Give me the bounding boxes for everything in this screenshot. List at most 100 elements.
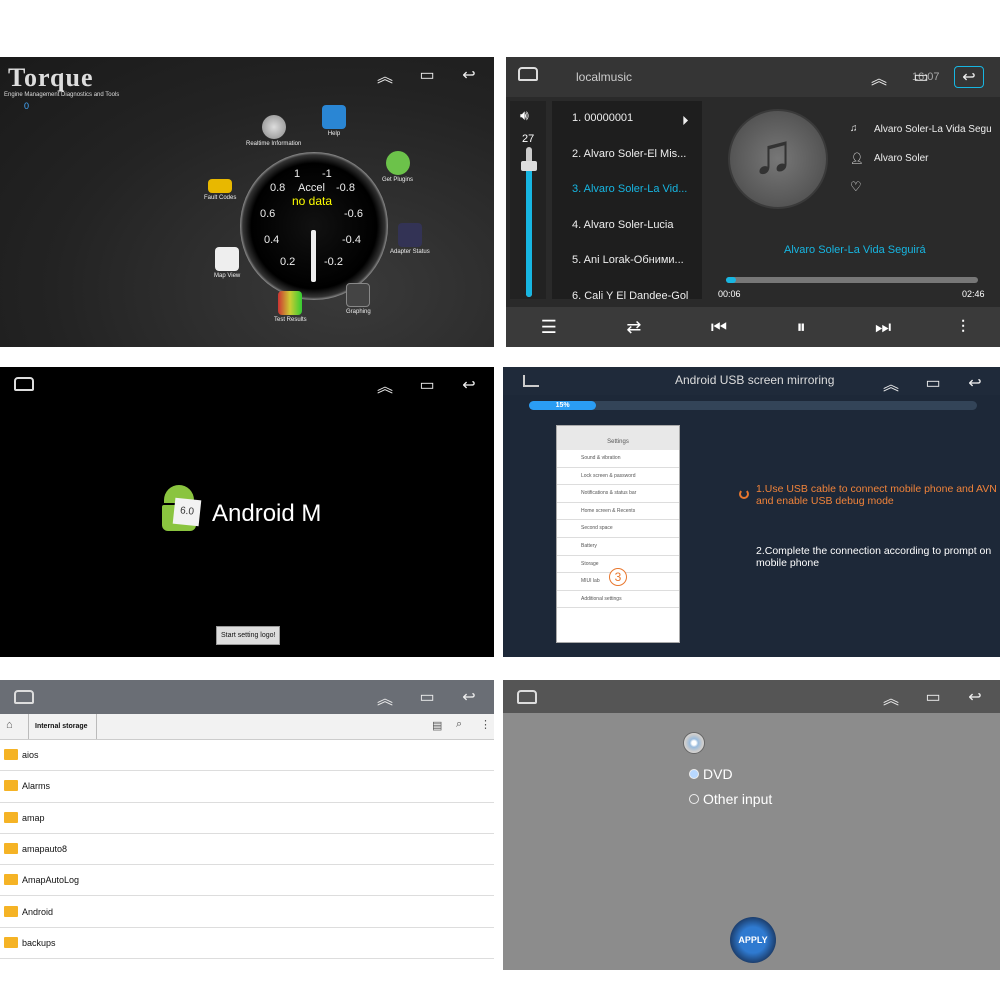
get-plugins-button[interactable]: Get Plugins bbox=[382, 151, 413, 183]
home-icon[interactable] bbox=[517, 690, 537, 704]
equalizer-icon[interactable]: ⫶ bbox=[961, 317, 966, 338]
radio-label: DVD bbox=[703, 766, 733, 782]
fault-codes-button[interactable]: Fault Codes bbox=[204, 179, 236, 201]
icon-label: Adapter Status bbox=[390, 249, 430, 255]
radio-other-input[interactable]: Other input bbox=[689, 791, 772, 807]
icon-label: Fault Codes bbox=[204, 195, 237, 201]
phone-row: Battery bbox=[557, 538, 679, 556]
track-item[interactable]: 2. Alvaro Soler-El Mis... bbox=[552, 137, 702, 173]
recent-apps-icon[interactable]: ▭ bbox=[924, 687, 942, 707]
chevron-up-icon[interactable]: ︽ bbox=[882, 685, 900, 709]
folder-row[interactable]: amap bbox=[0, 803, 494, 834]
chevron-up-icon[interactable]: ︽ bbox=[376, 373, 394, 397]
track-item[interactable]: 5. Ani Lorak-Обними... bbox=[552, 243, 702, 279]
start-setting-logo-button[interactable]: Start setting logo! bbox=[216, 626, 281, 645]
android-name: Android M bbox=[212, 500, 322, 527]
volume-slider[interactable] bbox=[521, 147, 537, 297]
folder-icon bbox=[4, 936, 18, 948]
mirroring-panel: Android USB screen mirroring ︽ ▭ ↩ 15% S… bbox=[503, 367, 1000, 657]
chevron-up-icon[interactable]: ︽ bbox=[870, 65, 888, 89]
graphing-button[interactable]: Graphing bbox=[346, 283, 371, 315]
track-item[interactable]: 1. 00000001 bbox=[552, 101, 702, 137]
connection-progress: 15% bbox=[529, 401, 977, 410]
back-icon[interactable]: ↩ bbox=[460, 375, 478, 395]
phone-row: Sound & vibration bbox=[557, 450, 679, 468]
previous-icon[interactable]: ⏮ bbox=[711, 317, 727, 338]
song-title: Alvaro Soler-La Vida Segu bbox=[874, 124, 992, 135]
folder-name: aios bbox=[22, 750, 39, 760]
home-folder-icon[interactable]: ⌂ bbox=[6, 719, 13, 731]
back-icon[interactable]: ↩ bbox=[966, 373, 984, 393]
gauge-icon bbox=[261, 115, 286, 139]
repeat-icon[interactable]: ⇄ bbox=[626, 317, 641, 338]
new-folder-icon[interactable]: ▤ bbox=[432, 719, 442, 732]
search-icon[interactable]: ⌕ bbox=[456, 718, 462, 731]
mirroring-top-bar: Android USB screen mirroring ︽ ▭ ↩ bbox=[503, 367, 1000, 395]
gauge-tick: 0.2 bbox=[280, 256, 296, 268]
test-results-button[interactable]: Test Results bbox=[274, 291, 307, 323]
folder-icon bbox=[4, 905, 18, 917]
home-icon[interactable] bbox=[14, 377, 34, 391]
realtime-info-button[interactable]: Realtime Information bbox=[246, 115, 301, 147]
icon-label: Help bbox=[327, 131, 341, 137]
icon-label: Test Results bbox=[274, 317, 307, 323]
phone-preview: Settings Sound & vibration Lock screen &… bbox=[556, 425, 680, 643]
map-view-button[interactable]: Map View bbox=[214, 247, 240, 279]
folder-row[interactable]: backups bbox=[0, 928, 494, 960]
accel-gauge[interactable]: 1 -1 0.8 -0.8 0.6 -0.6 0.4 -0.4 0.2 -0.2… bbox=[240, 152, 388, 300]
phone-row: Second space bbox=[557, 520, 679, 538]
heart-icon[interactable]: ♡ bbox=[850, 179, 862, 195]
track-item[interactable]: 4. Alvaro Soler-Lucia bbox=[552, 208, 702, 244]
back-icon[interactable]: ↩ bbox=[460, 687, 478, 707]
chevron-up-icon[interactable]: ︽ bbox=[376, 685, 394, 709]
gauge-tick: -0.6 bbox=[344, 208, 363, 220]
chevron-up-icon[interactable]: ︽ bbox=[882, 371, 900, 395]
track-item-active[interactable]: 3. Alvaro Soler-La Vid... bbox=[552, 172, 702, 208]
icon-label: Map View bbox=[214, 273, 241, 279]
android-panel: ︽ ▭ ↩ 6.0 Android M Start setting logo! bbox=[0, 367, 494, 657]
volume-thumb[interactable] bbox=[521, 161, 537, 171]
play-circle-icon[interactable]: ⏵ bbox=[682, 113, 689, 129]
folder-row[interactable]: AmapAutoLog bbox=[0, 865, 494, 897]
playlist-icon[interactable]: ☰ bbox=[541, 317, 557, 338]
folder-name: Alarms bbox=[22, 781, 51, 792]
folder-row[interactable]: Android bbox=[0, 897, 494, 928]
back-icon[interactable]: ↩ bbox=[460, 65, 478, 85]
radio-dvd[interactable]: DVD bbox=[689, 766, 733, 782]
folder-row[interactable]: Alarms bbox=[0, 771, 494, 803]
volume-value: 27 bbox=[522, 133, 535, 145]
icon-label: Graphing bbox=[346, 309, 371, 315]
gauge-tick: -0.8 bbox=[336, 182, 355, 194]
back-icon[interactable]: ↩ bbox=[966, 687, 984, 707]
progress-bar[interactable] bbox=[726, 277, 978, 283]
breadcrumb-internal-storage[interactable]: Internal storage bbox=[28, 714, 97, 739]
folder-name: Android bbox=[22, 906, 54, 917]
album-art: ♫ bbox=[728, 109, 828, 209]
apply-button[interactable]: APPLY bbox=[730, 917, 776, 963]
gauge-tick: 0.4 bbox=[264, 234, 280, 246]
home-icon[interactable] bbox=[518, 67, 538, 81]
music-note-icon: ♫ bbox=[752, 122, 794, 185]
torque-panel: Torque Engine Management Diagnostics and… bbox=[0, 57, 494, 347]
help-button[interactable]: Help bbox=[322, 105, 346, 137]
gauge-tick: -1 bbox=[322, 168, 332, 180]
recent-apps-icon[interactable]: ▭ bbox=[912, 67, 930, 87]
back-icon[interactable]: ↩ bbox=[954, 66, 984, 88]
chevron-up-icon[interactable]: ︽ bbox=[376, 63, 394, 87]
recent-apps-icon[interactable]: ▭ bbox=[418, 687, 436, 707]
folder-row[interactable]: amapauto8 bbox=[0, 834, 494, 866]
recent-apps-icon[interactable]: ▭ bbox=[418, 65, 436, 85]
progress-label: 15% bbox=[555, 402, 570, 409]
music-note-small-icon: ♫ bbox=[850, 123, 858, 134]
home-icon[interactable] bbox=[523, 375, 539, 387]
folder-row[interactable]: aios bbox=[0, 740, 494, 772]
adapter-status-button[interactable]: Adapter Status bbox=[390, 223, 430, 255]
pause-icon[interactable]: ⏸ bbox=[797, 317, 806, 338]
more-options-icon[interactable]: ⋮ bbox=[480, 718, 491, 731]
home-icon[interactable] bbox=[14, 690, 34, 704]
recent-apps-icon[interactable]: ▭ bbox=[418, 375, 436, 395]
disc-icon bbox=[683, 732, 705, 754]
loading-spinner-icon bbox=[739, 489, 749, 499]
recent-apps-icon[interactable]: ▭ bbox=[924, 373, 942, 393]
next-icon[interactable]: ⏭ bbox=[875, 317, 891, 338]
